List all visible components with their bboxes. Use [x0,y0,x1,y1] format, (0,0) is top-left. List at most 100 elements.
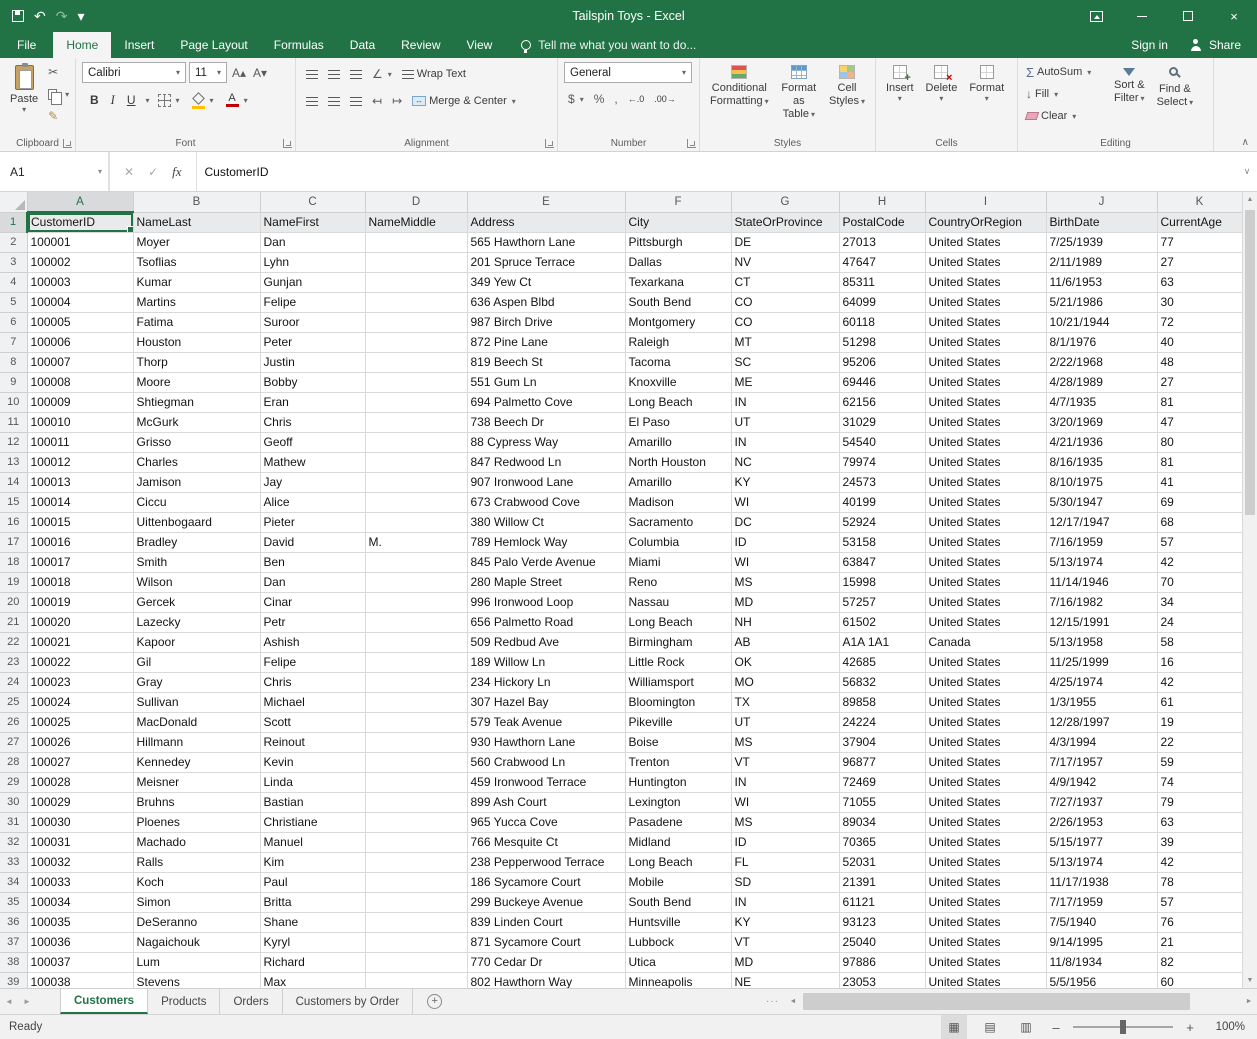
decrease-decimal-button[interactable]: .00→ [650,88,680,110]
cell-F8[interactable]: Tacoma [625,352,731,372]
font-name-combo[interactable]: Calibri▾ [82,62,186,83]
cell-B29[interactable]: Meisner [133,772,260,792]
cell-G16[interactable]: DC [731,512,839,532]
zoom-slider[interactable] [1073,1026,1173,1028]
cell-C26[interactable]: Scott [260,712,365,732]
row-header-2[interactable]: 2 [0,232,27,252]
cell-D2[interactable] [365,232,467,252]
cell-B31[interactable]: Ploenes [133,812,260,832]
formula-bar-expand-button[interactable]: ∨ [1237,152,1257,191]
cell-I25[interactable]: United States [925,692,1046,712]
cell-H37[interactable]: 25040 [839,932,925,952]
cell-F34[interactable]: Mobile [625,872,731,892]
cell-A24[interactable]: 100023 [27,672,133,692]
cell-D27[interactable] [365,732,467,752]
cell-A21[interactable]: 100020 [27,612,133,632]
cell-E36[interactable]: 839 Linden Court [467,912,625,932]
cell-G12[interactable]: IN [731,432,839,452]
cell-D25[interactable] [365,692,467,712]
cell-J6[interactable]: 10/21/1944 [1046,312,1157,332]
cell-C38[interactable]: Richard [260,952,365,972]
cell-C14[interactable]: Jay [260,472,365,492]
cell-C24[interactable]: Chris [260,672,365,692]
cell-G13[interactable]: NC [731,452,839,472]
cell-C10[interactable]: Eran [260,392,365,412]
row-header-39[interactable]: 39 [0,972,27,988]
cell-J34[interactable]: 11/17/1938 [1046,872,1157,892]
column-header-F[interactable]: F [625,192,731,212]
row-header-31[interactable]: 31 [0,812,27,832]
cell-K9[interactable]: 27 [1157,372,1242,392]
cell-H36[interactable]: 93123 [839,912,925,932]
cell-G25[interactable]: TX [731,692,839,712]
cell-B17[interactable]: Bradley [133,532,260,552]
cell-I18[interactable]: United States [925,552,1046,572]
cell-G5[interactable]: CO [731,292,839,312]
row-header-21[interactable]: 21 [0,612,27,632]
cell-A25[interactable]: 100024 [27,692,133,712]
cell-F23[interactable]: Little Rock [625,652,731,672]
cell-F1[interactable]: City [625,212,731,232]
cell-B2[interactable]: Moyer [133,232,260,252]
maximize-button[interactable] [1165,0,1211,32]
cell-F26[interactable]: Pikeville [625,712,731,732]
cell-K37[interactable]: 21 [1157,932,1242,952]
cell-H24[interactable]: 56832 [839,672,925,692]
cell-H8[interactable]: 95206 [839,352,925,372]
cell-J12[interactable]: 4/21/1936 [1046,432,1157,452]
cell-H28[interactable]: 96877 [839,752,925,772]
cell-I4[interactable]: United States [925,272,1046,292]
cell-H20[interactable]: 57257 [839,592,925,612]
cell-J25[interactable]: 1/3/1955 [1046,692,1157,712]
cell-G15[interactable]: WI [731,492,839,512]
cell-F13[interactable]: North Houston [625,452,731,472]
conditional-formatting-button[interactable]: ConditionalFormatting▾ [704,61,775,135]
cell-A9[interactable]: 100008 [27,372,133,392]
row-header-22[interactable]: 22 [0,632,27,652]
cell-F3[interactable]: Dallas [625,252,731,272]
row-header-8[interactable]: 8 [0,352,27,372]
cell-K23[interactable]: 16 [1157,652,1242,672]
row-header-35[interactable]: 35 [0,892,27,912]
cell-K21[interactable]: 24 [1157,612,1242,632]
cell-E13[interactable]: 847 Redwood Ln [467,452,625,472]
name-box[interactable]: A1 ▾ [0,152,110,191]
cell-J8[interactable]: 2/22/1968 [1046,352,1157,372]
cell-F9[interactable]: Knoxville [625,372,731,392]
cell-C31[interactable]: Christiane [260,812,365,832]
vertical-scroll-thumb[interactable] [1245,210,1255,515]
cell-G29[interactable]: IN [731,772,839,792]
cell-H32[interactable]: 70365 [839,832,925,852]
sheet-scroll-left-button[interactable]: ◄ [0,989,18,1014]
cell-B24[interactable]: Gray [133,672,260,692]
cell-A17[interactable]: 100016 [27,532,133,552]
cell-D18[interactable] [365,552,467,572]
cell-D24[interactable] [365,672,467,692]
cell-C22[interactable]: Ashish [260,632,365,652]
cell-B25[interactable]: Sullivan [133,692,260,712]
cell-B34[interactable]: Koch [133,872,260,892]
comma-style-button[interactable]: , [610,88,621,110]
cell-F35[interactable]: South Bend [625,892,731,912]
cell-I29[interactable]: United States [925,772,1046,792]
cell-K1[interactable]: CurrentAge [1157,212,1242,232]
cell-D29[interactable] [365,772,467,792]
ribbon-tab-home[interactable]: Home [53,32,111,58]
cell-C11[interactable]: Chris [260,412,365,432]
cell-B19[interactable]: Wilson [133,572,260,592]
zoom-level[interactable]: 100% [1207,1021,1245,1033]
cell-J36[interactable]: 7/5/1940 [1046,912,1157,932]
cell-E16[interactable]: 380 Willow Ct [467,512,625,532]
shrink-font-button[interactable]: A▾ [251,62,269,84]
cell-J24[interactable]: 4/25/1974 [1046,672,1157,692]
cell-K28[interactable]: 59 [1157,752,1242,772]
cell-D39[interactable] [365,972,467,988]
cell-A10[interactable]: 100009 [27,392,133,412]
enter-button[interactable]: ✓ [148,165,158,179]
zoom-in-button[interactable]: + [1183,1020,1197,1035]
cell-G18[interactable]: WI [731,552,839,572]
cell-G36[interactable]: KY [731,912,839,932]
redo-button[interactable]: ↷ [56,8,68,25]
column-header-J[interactable]: J [1046,192,1157,212]
vertical-scrollbar[interactable]: ▲ ▼ [1242,192,1257,988]
